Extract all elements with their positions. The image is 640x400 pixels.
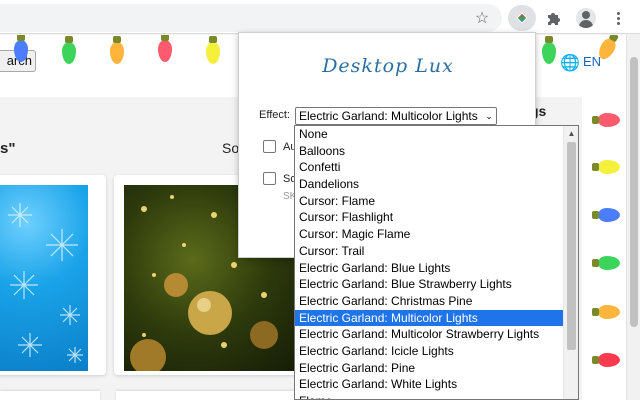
desktop-lux-extension-icon[interactable] <box>508 5 536 31</box>
dropdown-option[interactable]: Flame <box>295 393 578 399</box>
garland-bulb <box>592 305 620 319</box>
address-bar[interactable] <box>0 4 502 32</box>
dropdown-scrollbar[interactable]: ▲ <box>563 126 578 399</box>
chevron-down-icon: ⌄ <box>485 111 493 121</box>
kebab-menu-icon[interactable] <box>606 6 630 30</box>
garland-bulb <box>592 208 620 222</box>
garland-bulb <box>592 353 620 367</box>
dropdown-option[interactable]: Electric Garland: Multicolor Lights <box>295 309 578 327</box>
dropdown-option[interactable]: Cursor: Flame <box>295 193 578 210</box>
dropdown-option[interactable]: Cursor: Trail <box>295 243 578 260</box>
garland-bulb <box>62 36 76 64</box>
browser-toolbar: ☆ <box>0 0 640 34</box>
checkbox-auto[interactable] <box>263 140 276 153</box>
garland-bulb <box>542 36 556 64</box>
garland-bulb <box>206 36 220 64</box>
left-heading: s" <box>0 140 16 157</box>
avatar-icon[interactable] <box>574 6 598 30</box>
dropdown-option[interactable]: Electric Garland: Blue Lights <box>295 260 578 277</box>
garland-bulb <box>110 36 124 64</box>
dropdown-option[interactable]: Confetti <box>295 159 578 176</box>
popup-title: Desktop Lux <box>322 55 454 77</box>
dropdown-option[interactable]: Electric Garland: White Lights <box>295 376 578 393</box>
puzzle-icon[interactable] <box>542 6 566 30</box>
dropdown-option[interactable]: Electric Garland: Christmas Pine <box>295 293 578 310</box>
dropdown-option[interactable]: None <box>295 126 578 143</box>
dropdown-option[interactable]: Electric Garland: Icicle Lights <box>295 343 578 360</box>
center-heading: So <box>222 140 240 156</box>
dropdown-option[interactable]: Electric Garland: Blue Strawberry Lights <box>295 276 578 293</box>
dropdown-option[interactable]: Balloons <box>295 143 578 160</box>
garland-bulb <box>158 35 172 62</box>
page-scrollbar[interactable] <box>626 35 640 400</box>
page-scrollbar-thumb[interactable] <box>630 57 638 327</box>
dropdown-option[interactable]: Cursor: Magic Flame <box>295 226 578 243</box>
dropdown-option[interactable]: Electric Garland: Pine <box>295 360 578 377</box>
checkbox-sound[interactable] <box>263 172 276 185</box>
dropdown-option[interactable]: Dandelions <box>295 176 578 193</box>
scroll-up-icon[interactable]: ▲ <box>564 127 578 141</box>
dropdown-scrollbar-thumb[interactable] <box>567 142 576 350</box>
star-icon[interactable]: ☆ <box>470 6 494 30</box>
dropdown-option[interactable]: Cursor: Flashlight <box>295 209 578 226</box>
effect-select[interactable]: Electric Garland: Multicolor Lights ⌄ <box>295 107 497 125</box>
globe-icon[interactable]: 🌐 <box>560 53 580 73</box>
wallpaper-card[interactable] <box>0 175 106 375</box>
garland-bulb <box>592 113 620 127</box>
effect-dropdown-list[interactable]: None Balloons Confetti Dandelions Cursor: Fl… <box>294 125 579 400</box>
garland-bulb <box>592 160 620 174</box>
effect-label: Effect: <box>259 109 290 121</box>
effect-select-value: Electric Garland: Multicolor Lights <box>299 109 478 123</box>
snowflake-thumbnail[interactable] <box>0 185 88 371</box>
dropdown-option[interactable]: Electric Garland: Multicolor Strawberry … <box>295 326 578 343</box>
garland-bulb <box>592 256 620 270</box>
